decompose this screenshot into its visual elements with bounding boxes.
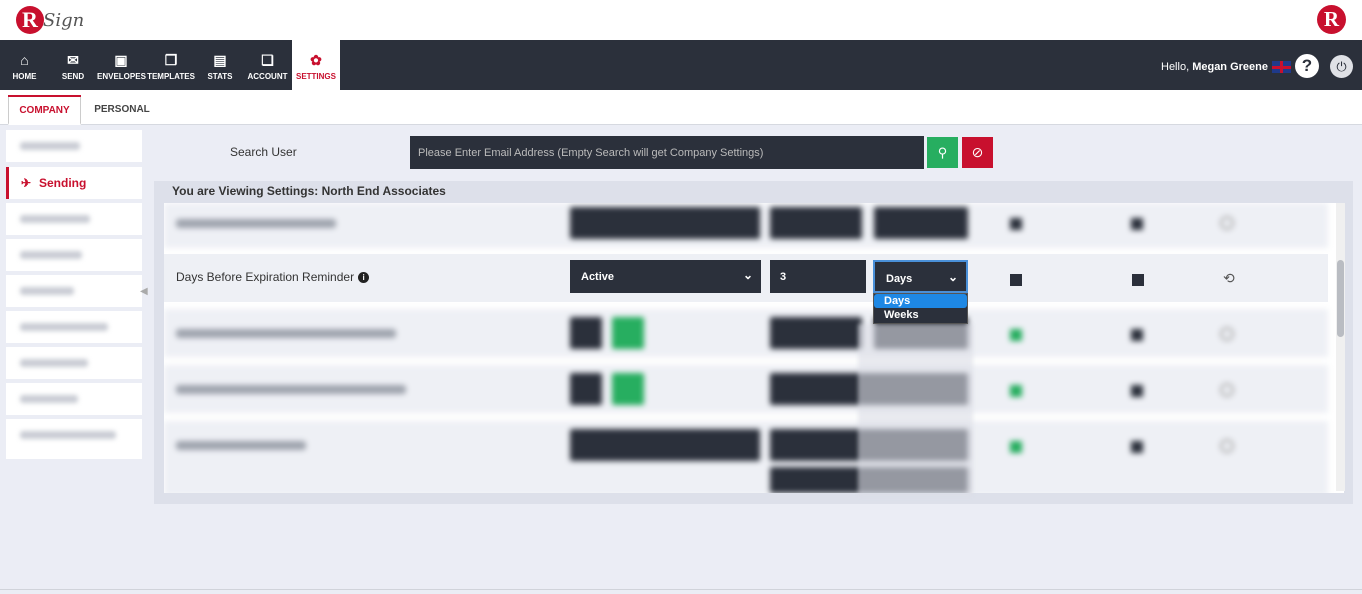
tab-company[interactable]: COMPANY	[8, 95, 81, 125]
dropdown-backdrop	[858, 324, 973, 496]
uk-flag-icon[interactable]	[1272, 61, 1291, 73]
search-icon: ⚲	[937, 145, 948, 160]
user-greeting: Hello, Megan Greene	[1161, 61, 1268, 73]
envelope-icon: ✉	[67, 52, 79, 68]
panel-scrollbar[interactable]	[1336, 203, 1345, 491]
paper-plane-icon: ✈	[21, 176, 32, 190]
account-icon: ❏	[261, 52, 274, 68]
sidebar-item[interactable]	[6, 311, 142, 343]
chevron-down-icon: ⌄	[947, 270, 958, 284]
unit-value: Days	[886, 273, 913, 285]
settings-row	[164, 365, 1328, 413]
number-value: 3	[780, 271, 787, 283]
top-bar: R Sign R	[0, 0, 1362, 40]
settings-list: Days Before Expiration Reminder i Active …	[164, 203, 1344, 493]
nav-label: TEMPLATES	[147, 72, 195, 81]
sidebar-item[interactable]	[6, 419, 142, 459]
settings-row	[164, 309, 1328, 357]
nav-send[interactable]: ✉ SEND	[49, 40, 97, 90]
lock-checkbox[interactable]	[1132, 274, 1144, 286]
nav-label: HOME	[12, 72, 37, 81]
templates-icon: ❐	[164, 52, 178, 68]
unit-dropdown-list: Days Weeks	[873, 293, 968, 324]
sidebar-item[interactable]	[6, 383, 142, 415]
tab-personal[interactable]: PERSONAL	[86, 95, 158, 125]
help-button[interactable]: ?	[1295, 54, 1319, 78]
nav-label: SETTINGS	[295, 72, 336, 81]
override-checkbox[interactable]	[1010, 274, 1022, 286]
sidebar-item-label: Sending	[39, 176, 87, 190]
status-select[interactable]: Active ⌄	[570, 260, 761, 293]
footer-divider	[0, 589, 1362, 590]
sidebar-item[interactable]	[6, 275, 142, 307]
sidebar-item[interactable]	[6, 347, 142, 379]
settings-panel: You are Viewing Settings: North End Asso…	[154, 181, 1353, 504]
search-email-input[interactable]	[410, 136, 924, 169]
sidebar-item[interactable]	[6, 130, 142, 162]
main-nav: ⌂ HOME ✉ SEND ▣ ENVELOPES ❐ TEMPLATES ▤ …	[0, 40, 1362, 90]
nav-templates[interactable]: ❐ TEMPLATES	[145, 40, 197, 90]
settings-row	[164, 203, 1328, 248]
info-icon[interactable]: i	[358, 272, 370, 283]
panel-title: You are Viewing Settings: North End Asso…	[172, 184, 446, 198]
nav-label: ACCOUNT	[247, 72, 288, 81]
chevron-down-icon: ⌄	[742, 268, 753, 282]
setting-label-text: Days Before Expiration Reminder	[176, 270, 355, 284]
gear-icon: ✿	[310, 52, 322, 68]
briefcase-icon: ▤	[213, 52, 227, 68]
reminder-days-input[interactable]: 3	[770, 260, 866, 293]
nav-account[interactable]: ❏ ACCOUNT	[243, 40, 292, 90]
inbox-icon: ▣	[114, 52, 128, 68]
logo-letter: R	[16, 6, 44, 34]
status-value: Active	[581, 271, 615, 283]
nav-label: ENVELOPES	[97, 72, 146, 81]
history-icon[interactable]: ⟲	[1223, 270, 1235, 287]
dropdown-option-days[interactable]: Days	[874, 294, 967, 308]
setting-label: Days Before Expiration Reminder i	[176, 270, 370, 284]
sidebar-item[interactable]	[6, 203, 142, 235]
settings-row-days-before-expiration: Days Before Expiration Reminder i Active …	[164, 254, 1328, 302]
brand-icon: R	[1317, 5, 1346, 34]
rsign-logo[interactable]: R Sign	[16, 4, 84, 38]
ban-icon: ⊘	[971, 144, 984, 160]
scrollbar-thumb[interactable]	[1337, 260, 1344, 337]
nav-envelopes[interactable]: ▣ ENVELOPES	[97, 40, 146, 90]
sidebar-collapse-icon[interactable]: ◀	[140, 286, 148, 297]
nav-settings[interactable]: ✿ SETTINGS	[292, 40, 340, 90]
user-name[interactable]: Megan Greene	[1192, 61, 1268, 73]
sidebar-item-sending[interactable]: ✈ Sending	[6, 167, 142, 199]
nav-stats[interactable]: ▤ STATS	[197, 40, 243, 90]
search-button[interactable]: ⚲	[927, 137, 958, 168]
dropdown-option-weeks[interactable]: Weeks	[874, 308, 967, 322]
nav-home[interactable]: ⌂ HOME	[0, 40, 49, 90]
greeting-text: Hello,	[1161, 61, 1193, 73]
settings-row	[164, 421, 1328, 493]
clear-search-button[interactable]: ⊘	[962, 137, 993, 168]
logo-text: Sign	[43, 10, 85, 31]
home-icon: ⌂	[20, 52, 29, 68]
unit-select[interactable]: Days ⌄	[873, 260, 968, 293]
nav-label: STATS	[207, 72, 233, 81]
sidebar-item[interactable]	[6, 239, 142, 271]
nav-label: SEND	[61, 72, 85, 81]
search-user-label: Search User	[230, 145, 297, 159]
logout-power-icon[interactable]: ⏻	[1330, 55, 1353, 78]
settings-subtabs: COMPANY PERSONAL	[0, 90, 1362, 125]
